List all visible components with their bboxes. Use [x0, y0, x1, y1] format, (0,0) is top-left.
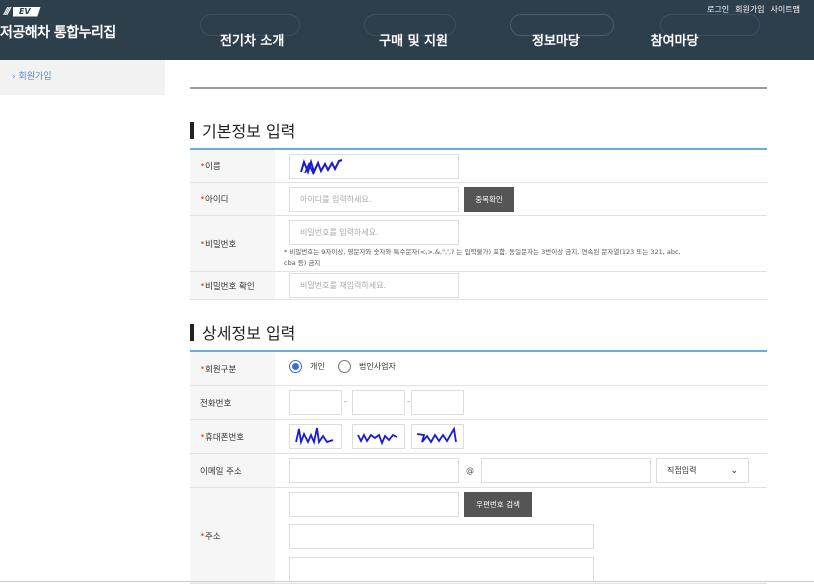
password-rule-note: * 비밀번호는 9자이상, 영문자와 숫자와 특수문자(<,>,&,",',? … [284, 248, 681, 267]
address-label: • 주소 [190, 488, 275, 583]
basic-info-title: 기본정보 입력 [190, 118, 295, 142]
radio-corporate[interactable] [338, 360, 351, 373]
member-type-row: • 회원구분 개인 법인사업자 [190, 352, 767, 386]
sidebar: › 회원가입 [0, 60, 165, 95]
utility-links: 로그인 회원가입 사이트맵 [707, 4, 800, 15]
signup-link[interactable]: 회원가입 [735, 4, 764, 15]
address-detail-input[interactable] [289, 557, 594, 582]
password-confirm-input[interactable]: 비밀번호를 재입력하세요. [289, 273, 459, 298]
email-label: 이메일 주소 [190, 454, 275, 487]
sitemap-link[interactable]: 사이트맵 [771, 4, 800, 15]
phone-part3-input[interactable] [411, 390, 464, 415]
detail-info-title: 상세정보 입력 [190, 320, 295, 344]
name-row: • 이름 [190, 150, 767, 183]
address-input[interactable] [289, 524, 594, 549]
phone-part1-input[interactable] [289, 390, 342, 415]
main-nav: 전기차 소개 구매 및 지원 정보마당 참여마당 [200, 30, 760, 49]
phone-label: 전화번호 [190, 386, 275, 419]
postcode-search-button[interactable]: 우편번호 검색 [464, 492, 532, 517]
chevron-down-icon: ⌄ [730, 465, 738, 476]
phone-part2-input[interactable] [352, 390, 405, 415]
postcode-input[interactable] [289, 492, 459, 517]
phone-dash: - [407, 397, 410, 406]
site-logo[interactable]: /// EV [4, 5, 41, 18]
login-link[interactable]: 로그인 [707, 4, 729, 15]
radio-individual-label[interactable]: 개인 [310, 361, 325, 372]
password-input[interactable]: 비밀번호를 입력하세요. [289, 220, 459, 245]
id-row: • 아이디 아이디를 입력하세요. 중복확인 [190, 183, 767, 216]
phone-dash: - [344, 397, 347, 406]
password-label: • 비밀번호 [190, 216, 275, 271]
site-title[interactable]: 저공해차 통합누리집 [0, 22, 116, 42]
email-at-sign: @ [466, 466, 474, 475]
nav-participation[interactable]: 참여마당 [589, 30, 760, 49]
email-domain-select[interactable]: 직접입력 ⌄ [656, 458, 749, 483]
content-divider [190, 87, 767, 89]
logo-slash-icon: /// [4, 6, 11, 17]
nav-purchase-support[interactable]: 구매 및 지원 [304, 30, 522, 49]
id-input[interactable]: 아이디를 입력하세요. [289, 187, 459, 212]
id-label: • 아이디 [190, 183, 275, 215]
password-row: • 비밀번호 비밀번호를 입력하세요. * 비밀번호는 9자이상, 영문자와 숫자… [190, 216, 767, 272]
name-label: • 이름 [190, 150, 275, 182]
sidebar-item-signup[interactable]: › 회원가입 [12, 69, 52, 82]
detail-info-form: • 회원구분 개인 법인사업자 전화번호 - - • 휴대폰번호 이메일 주소 … [190, 350, 767, 584]
email-domain-input[interactable] [481, 458, 651, 483]
member-type-label: • 회원구분 [190, 352, 275, 385]
scribble-redaction [357, 432, 398, 446]
email-id-input[interactable] [289, 458, 459, 483]
phone-row: 전화번호 - - [190, 386, 767, 420]
basic-info-form: • 이름 • 아이디 아이디를 입력하세요. 중복확인 • 비밀번호 비밀번호를 입력… [190, 148, 767, 300]
email-row: 이메일 주소 @ 직접입력 ⌄ [190, 454, 767, 488]
nav-ev-intro[interactable]: 전기차 소개 [200, 30, 304, 49]
scribble-redaction [295, 427, 334, 446]
scribble-redaction [416, 426, 457, 444]
radio-individual[interactable] [289, 360, 302, 373]
site-header: /// EV 저공해차 통합누리집 로그인 회원가입 사이트맵 전기차 소개 구… [0, 0, 814, 60]
page-bottom-border [0, 581, 814, 582]
radio-corporate-label[interactable]: 법인사업자 [359, 361, 396, 372]
nav-info[interactable]: 정보마당 [523, 30, 589, 49]
logo-ev-badge: EV [12, 6, 41, 17]
mobile-label: • 휴대폰번호 [190, 420, 275, 453]
duplicate-check-button[interactable]: 중복확인 [464, 187, 514, 212]
password-confirm-row: • 비밀번호 확인 비밀번호를 재입력하세요. [190, 272, 767, 300]
address-row: • 주소 우편번호 검색 [190, 488, 767, 584]
scribble-redaction [300, 158, 343, 176]
password-confirm-label: • 비밀번호 확인 [190, 272, 275, 299]
mobile-row: • 휴대폰번호 [190, 420, 767, 454]
